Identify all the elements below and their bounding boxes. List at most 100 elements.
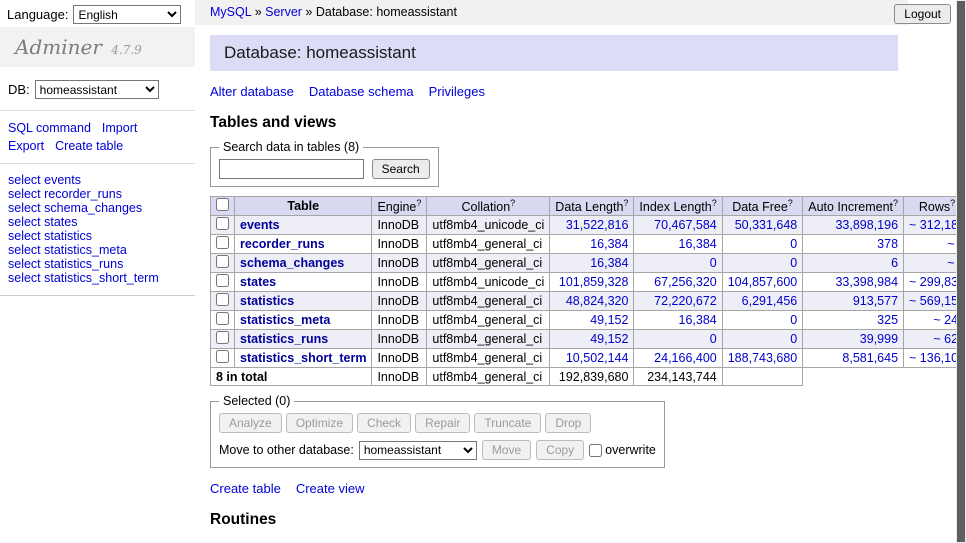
breadcrumb-separator: » (251, 5, 265, 19)
row-checkbox[interactable] (216, 331, 229, 344)
table-link-statistics[interactable]: statistics (240, 294, 294, 308)
collation-total-cell: utf8mb4_general_ci (427, 368, 550, 386)
db-select[interactable]: homeassistant (35, 80, 159, 99)
table-row-recorder-runs: recorder_runsInnoDButf8mb4_general_ci16,… (211, 235, 966, 254)
column-header-table[interactable]: Table (235, 197, 372, 216)
sidebar-select-schema-changes[interactable]: select schema_changes (8, 201, 187, 215)
data-length-cell: 49,152 (550, 330, 634, 349)
row-checkbox[interactable] (216, 350, 229, 363)
row-checkbox[interactable] (216, 217, 229, 230)
sidebar-select-states[interactable]: select states (8, 215, 187, 229)
sidebar-action-sql-command[interactable]: SQL command (8, 121, 91, 135)
table-link-events[interactable]: events (240, 218, 280, 232)
copy-button[interactable]: Copy (536, 440, 584, 460)
sidebar-action-export[interactable]: Export (8, 139, 44, 153)
sidebar-select-statistics-short-term[interactable]: select statistics_short_term (8, 271, 187, 285)
column-header-data-free[interactable]: Data Free? (722, 197, 803, 216)
link-alter-database[interactable]: Alter database (210, 84, 294, 99)
table-total-row: 8 in totalInnoDButf8mb4_general_ci192,83… (211, 368, 966, 386)
move-label: Move to other database: (219, 443, 354, 457)
move-row: Move to other database: homeassistant Mo… (219, 440, 656, 460)
help-sup: ? (510, 198, 515, 208)
auto-increment-cell: 39,999 (803, 330, 904, 349)
sidebar-action-import[interactable]: Import (102, 121, 137, 135)
index-length-cell: 72,220,672 (634, 292, 722, 311)
data-free-cell: 104,857,600 (722, 273, 803, 292)
auto-increment-cell: 33,398,984 (803, 273, 904, 292)
move-button[interactable]: Move (482, 440, 531, 460)
collation-cell: utf8mb4_general_ci (427, 235, 550, 254)
data-free-cell: 0 (722, 330, 803, 349)
selected-fieldset: Selected (0) AnalyzeOptimizeCheckRepairT… (210, 394, 665, 468)
move-db-select[interactable]: homeassistant (359, 441, 477, 460)
auto-increment-cell: 8,581,645 (803, 349, 904, 368)
column-header-auto-increment[interactable]: Auto Increment? (803, 197, 904, 216)
link-create-table[interactable]: Create table (210, 481, 281, 496)
table-link-statistics-runs[interactable]: statistics_runs (240, 332, 328, 346)
engine-cell: InnoDB (372, 349, 427, 368)
row-checkbox[interactable] (216, 236, 229, 249)
index-length-cell: 70,467,584 (634, 216, 722, 235)
data-free-cell: 50,331,648 (722, 216, 803, 235)
analyze-button[interactable]: Analyze (219, 413, 282, 433)
column-header-collation[interactable]: Collation? (427, 197, 550, 216)
table-link-statistics-meta[interactable]: statistics_meta (240, 313, 330, 327)
row-checkbox[interactable] (216, 274, 229, 287)
selected-buttons-row: AnalyzeOptimizeCheckRepairTruncateDrop (219, 413, 656, 433)
link-create-view[interactable]: Create view (296, 481, 365, 496)
column-header-data-length[interactable]: Data Length? (550, 197, 634, 216)
breadcrumb-mysql[interactable]: MySQL (210, 5, 251, 19)
collation-cell: utf8mb4_general_ci (427, 292, 550, 311)
breadcrumb-server[interactable]: Server (265, 5, 302, 19)
table-link-states[interactable]: states (240, 275, 276, 289)
table-link-schema-changes[interactable]: schema_changes (240, 256, 344, 270)
sidebar-action-create-table[interactable]: Create table (55, 139, 123, 153)
table-row-schema-changes: schema_changesInnoDButf8mb4_general_ci16… (211, 254, 966, 273)
selected-legend: Selected (0) (219, 394, 294, 408)
row-checkbox[interactable] (216, 255, 229, 268)
empty-trailing-cell (803, 368, 966, 386)
breadcrumb-database-homeassistant: Database: homeassistant (316, 5, 457, 19)
data-free-cell: 188,743,680 (722, 349, 803, 368)
column-header-index-length[interactable]: Index Length? (634, 197, 722, 216)
database-links: Alter database Database schema Privileges (210, 84, 898, 99)
link-privileges[interactable]: Privileges (429, 84, 485, 99)
sidebar-select-recorder-runs[interactable]: select recorder_runs (8, 187, 187, 201)
search-button[interactable]: Search (372, 159, 430, 179)
row-checkbox[interactable] (216, 312, 229, 325)
optimize-button[interactable]: Optimize (286, 413, 353, 433)
table-link-recorder-runs[interactable]: recorder_runs (240, 237, 325, 251)
repair-button[interactable]: Repair (415, 413, 470, 433)
select-all-checkbox[interactable] (216, 198, 229, 211)
collation-cell: utf8mb4_general_ci (427, 330, 550, 349)
collation-cell: utf8mb4_general_ci (427, 254, 550, 273)
search-legend: Search data in tables (8) (219, 140, 363, 154)
column-header-engine[interactable]: Engine? (372, 197, 427, 216)
scrollbar-thumb[interactable] (957, 1, 965, 542)
routines-heading: Routines (210, 511, 898, 529)
total-label: 8 in total (211, 368, 372, 386)
table-row-states: statesInnoDButf8mb4_unicode_ci101,859,32… (211, 273, 966, 292)
engine-cell: InnoDB (372, 273, 427, 292)
sidebar-select-statistics-meta[interactable]: select statistics_meta (8, 243, 187, 257)
sidebar-select-events[interactable]: select events (8, 173, 187, 187)
language-select[interactable]: English (73, 5, 181, 24)
sidebar-select-statistics[interactable]: select statistics (8, 229, 187, 243)
search-input[interactable] (219, 159, 364, 179)
sidebar-select-statistics-runs[interactable]: select statistics_runs (8, 257, 187, 271)
vertical-scrollbar[interactable] (956, 0, 966, 543)
data-free-cell: 0 (722, 235, 803, 254)
check-button[interactable]: Check (357, 413, 411, 433)
overwrite-checkbox[interactable] (589, 444, 602, 457)
link-database-schema[interactable]: Database schema (309, 84, 414, 99)
table-header-row: TableEngine?Collation?Data Length?Index … (211, 197, 966, 216)
table-link-statistics-short-term[interactable]: statistics_short_term (240, 351, 366, 365)
tables-overview-table: TableEngine?Collation?Data Length?Index … (210, 196, 966, 386)
drop-button[interactable]: Drop (545, 413, 591, 433)
logout-button[interactable]: Logout (894, 4, 951, 24)
engine-cell: InnoDB (372, 311, 427, 330)
auto-increment-cell: 6 (803, 254, 904, 273)
db-selector-row: DB: homeassistant (0, 67, 195, 111)
row-checkbox[interactable] (216, 293, 229, 306)
truncate-button[interactable]: Truncate (474, 413, 541, 433)
